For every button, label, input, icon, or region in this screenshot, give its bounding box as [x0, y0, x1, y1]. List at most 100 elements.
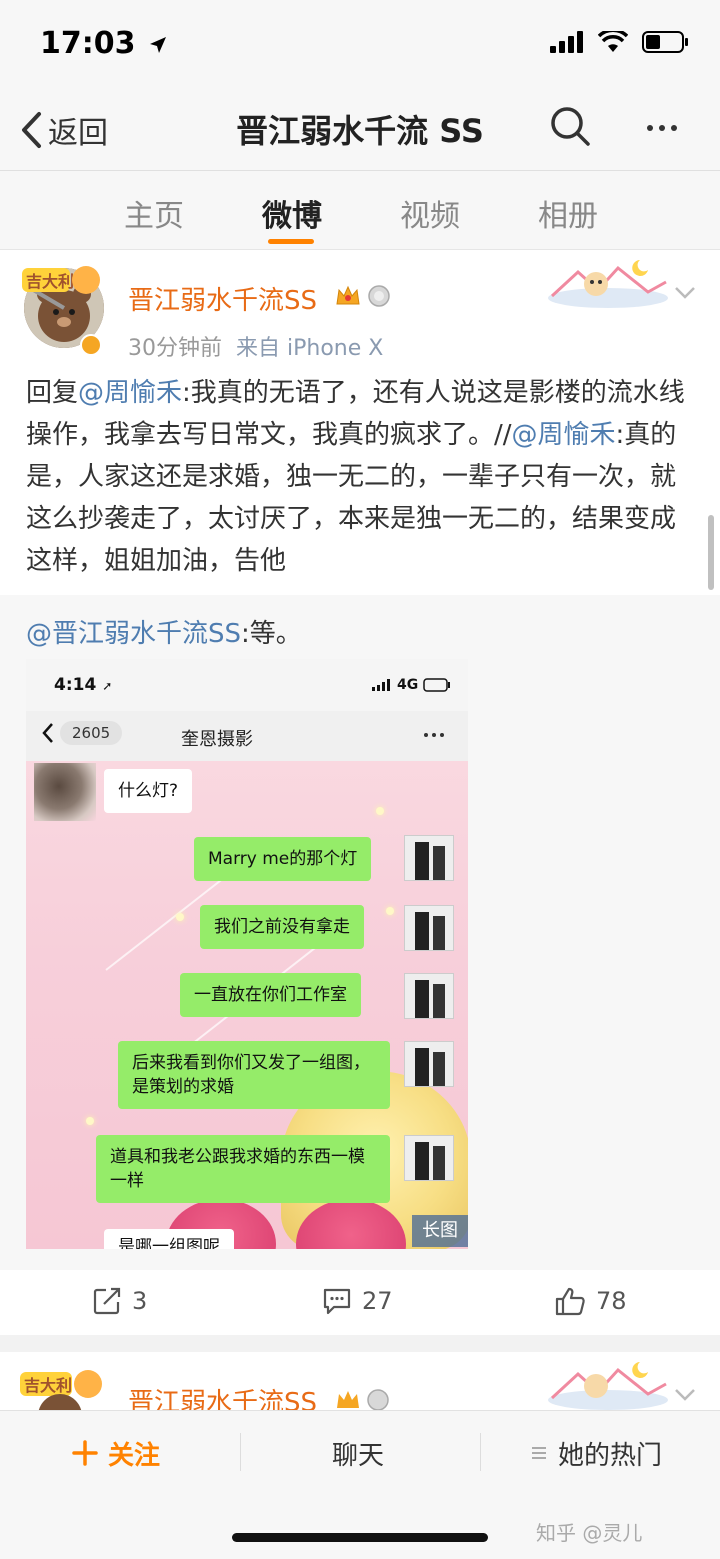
profile-tabs: 主页 微博 视频 相册	[0, 170, 720, 250]
decor-sparkle	[376, 807, 384, 815]
chat-avatar	[404, 1041, 454, 1087]
like-icon	[555, 1287, 585, 1316]
plus-icon	[72, 1440, 98, 1466]
embed-chat-header: 2605 奎恩摄影	[26, 711, 468, 761]
post-actions: 3 27 78	[0, 1270, 720, 1334]
embed-chat-title: 奎恩摄影	[181, 729, 253, 750]
post-username[interactable]: 晋江弱水千流SS	[128, 280, 317, 317]
embed-back: 2605	[42, 721, 123, 745]
menu-lines-icon	[532, 1447, 546, 1459]
chat-avatar	[404, 1135, 454, 1181]
card-decoration-icon	[548, 1362, 668, 1410]
embed-more-icon	[424, 733, 444, 737]
user-badges-icon	[337, 1389, 389, 1411]
hot-label: 她的热门	[558, 1440, 663, 1471]
scrollbar[interactable]	[708, 515, 714, 590]
weibo-post-2: 吉大利 晋江弱水千流SS	[0, 1352, 720, 1412]
comment-button[interactable]: 27	[322, 1286, 393, 1316]
active-tab-indicator	[268, 239, 314, 244]
more-dot-icon	[671, 125, 677, 131]
medal-icon	[368, 285, 390, 307]
quote-suffix: :等。	[241, 619, 302, 649]
post-source[interactable]: 来自 iPhone X	[236, 336, 383, 361]
tab-weibo[interactable]: 微博	[262, 191, 322, 235]
more-button[interactable]	[638, 104, 686, 152]
tab-video[interactable]: 视频	[400, 191, 460, 235]
chat-avatar	[404, 973, 454, 1019]
follow-label: 关注	[108, 1440, 161, 1471]
embed-status-bar: 4:14 ➚ 4G	[26, 659, 468, 711]
comment-count: 27	[362, 1287, 393, 1315]
follow-button[interactable]: 关注	[72, 1431, 160, 1475]
chat-bubble-right: 我们之前没有拿走	[200, 905, 364, 949]
embed-battery-icon	[423, 678, 451, 692]
embed-network: 4G	[397, 677, 419, 693]
weibo-post: 高傲 吉大利 晋江弱水千流SS 30分钟前来自 iPhone X 回复@周愉禾:…	[0, 250, 720, 1335]
decor-sparkle	[386, 907, 394, 915]
avatar-sticker-icon: 吉大利	[20, 1370, 102, 1412]
page-title: 晋江弱水千流 SS	[236, 112, 484, 150]
hot-posts-button[interactable]: 她的热门	[530, 1431, 662, 1475]
chat-button[interactable]: 聊天	[332, 1431, 384, 1475]
embed-signal-icon	[372, 679, 390, 691]
verified-badge-icon	[80, 334, 102, 356]
post-meta: 30分钟前 来自 iPhone X	[128, 330, 383, 362]
more-dot-icon	[659, 125, 665, 131]
repost-icon	[93, 1287, 121, 1315]
quoted-post[interactable]: @晋江弱水千流SS:等。 4:14 ➚ 4G 2605 奎恩摄影 什么灯? Ma…	[0, 595, 720, 1270]
battery-icon	[642, 31, 688, 53]
svg-text:吉大利: 吉大利	[26, 272, 74, 291]
navbar: 返回 晋江弱水千流 SS	[0, 90, 720, 170]
card-decoration-icon	[548, 260, 668, 308]
status-bar: 17:03	[0, 0, 720, 90]
post-text: 回复@周愉禾:我真的无语了，还有人说这是影楼的流水线操作，我拿去写日常文，我真的…	[26, 372, 696, 582]
long-image-badge: 长图	[412, 1215, 468, 1247]
chat-bubble-right: 道具和我老公跟我求婚的东西一模一样	[96, 1135, 390, 1203]
watermark: 知乎 @灵儿	[536, 1521, 643, 1545]
blurred-avatar	[34, 763, 96, 821]
status-icons	[550, 30, 690, 54]
chat-screenshot-image[interactable]: 4:14 ➚ 4G 2605 奎恩摄影 什么灯? Marry me的那个灯 我们…	[26, 659, 468, 1249]
tab-album[interactable]: 相册	[538, 191, 598, 235]
repost-count: 3	[132, 1287, 148, 1315]
search-icon	[551, 107, 590, 146]
user-badges	[335, 284, 391, 308]
mention-link[interactable]: @周愉禾	[78, 378, 182, 408]
chat-label: 聊天	[332, 1440, 385, 1471]
like-button[interactable]: 78	[554, 1286, 627, 1316]
home-indicator[interactable]	[232, 1533, 488, 1542]
chat-avatar	[404, 835, 454, 881]
chat-bubble-left: 什么灯?	[104, 769, 193, 813]
mention-link[interactable]: @周愉禾	[512, 420, 616, 450]
svg-text:吉大利: 吉大利	[24, 1376, 72, 1395]
divider	[480, 1433, 481, 1471]
avatar-sticker-icon: 吉大利	[22, 266, 100, 294]
divider	[240, 1433, 241, 1471]
embed-time: 4:14 ➚	[54, 675, 113, 695]
quote-mention[interactable]: @晋江弱水千流SS	[26, 619, 241, 649]
post2-username[interactable]: 晋江弱水千流SS	[128, 1382, 317, 1412]
decor-sparkle	[86, 1117, 94, 1125]
chat-avatar	[404, 905, 454, 951]
location-arrow-icon	[149, 36, 166, 53]
more-dot-icon	[647, 125, 653, 131]
signal-icon	[550, 31, 583, 53]
chat-bubble-right: 一直放在你们工作室	[180, 973, 361, 1017]
chat-bubble-left: 是哪一组图呢	[104, 1229, 234, 1249]
embed-status-icons: 4G	[372, 677, 451, 693]
chevron-down-icon[interactable]	[674, 1388, 696, 1402]
decor-sparkle	[176, 913, 184, 921]
chat-bubble-right: Marry me的那个灯	[194, 837, 372, 881]
embed-chevron-left-icon	[42, 723, 53, 743]
chevron-down-icon[interactable]	[674, 286, 696, 300]
crown-icon	[336, 285, 360, 305]
bottom-bar: 关注 聊天 她的热门 知乎 @灵儿	[0, 1410, 720, 1559]
wifi-icon	[598, 31, 628, 52]
reply-prefix: 回复	[26, 378, 79, 408]
like-count: 78	[596, 1287, 627, 1315]
tab-home[interactable]: 主页	[124, 191, 184, 235]
comment-icon	[323, 1288, 351, 1315]
repost-button[interactable]: 3	[92, 1286, 147, 1316]
search-button[interactable]	[548, 104, 596, 152]
status-time: 17:03	[40, 26, 168, 61]
